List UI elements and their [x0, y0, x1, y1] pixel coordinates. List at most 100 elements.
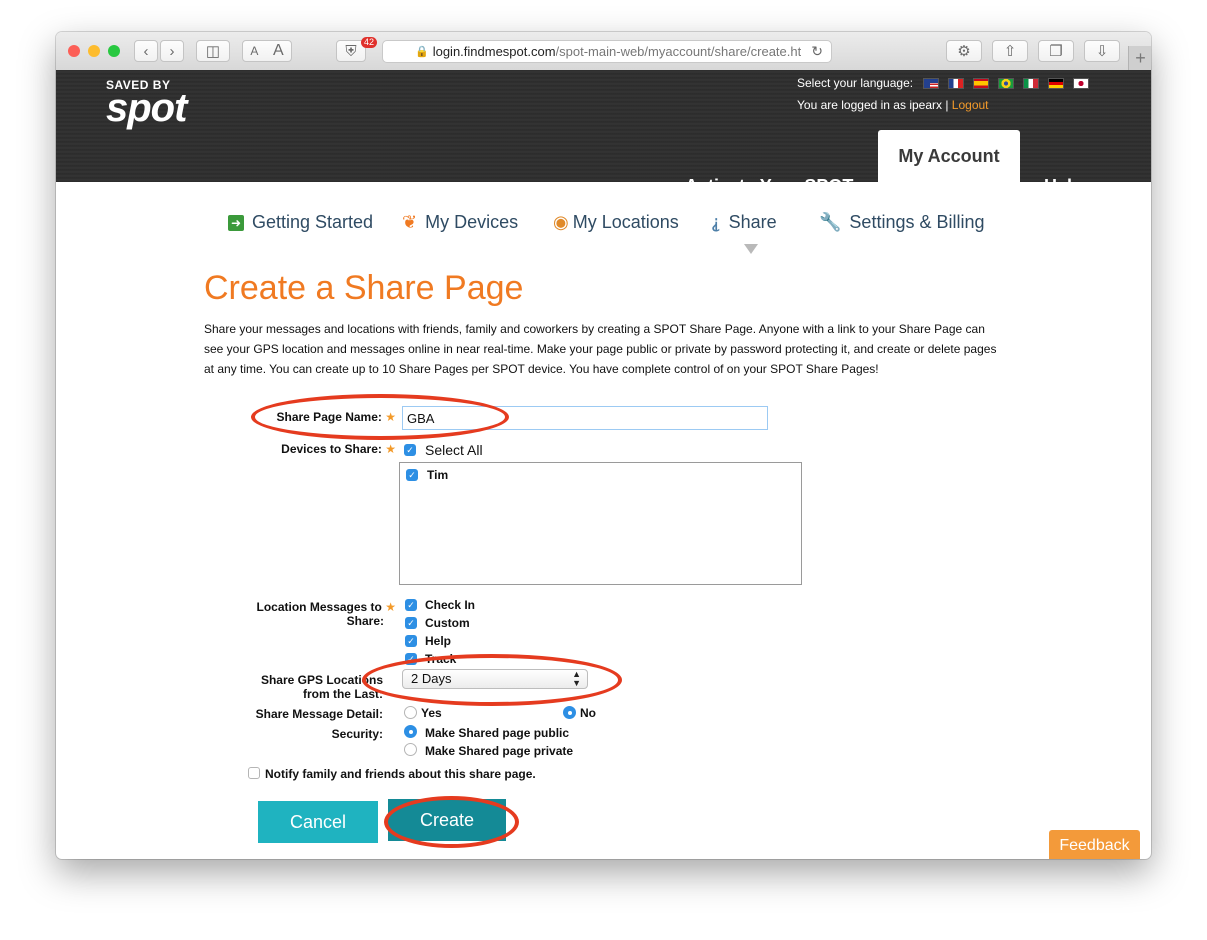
- notify-checkbox[interactable]: [248, 767, 260, 779]
- message-track-checkbox[interactable]: ✓: [405, 653, 417, 665]
- subnav-my-locations-label: My Locations: [572, 212, 679, 232]
- nav-activate-spot[interactable]: Activate Your SPOT: [685, 176, 853, 197]
- detail-yes-radio[interactable]: [404, 706, 417, 719]
- browser-toolbar: ‹ › ◫ A A ⛨ 42 🔒 login.findmespot.com/sp…: [56, 32, 1151, 71]
- subnav-settings-billing[interactable]: 🔧 Settings & Billing: [819, 212, 985, 233]
- active-tab-indicator: [744, 244, 758, 254]
- flag-br-icon[interactable]: [998, 77, 1015, 89]
- logout-link[interactable]: Logout: [952, 98, 989, 112]
- location-messages-label: Location Messages to ★ Share:: [226, 600, 396, 628]
- gps-label: Share GPS Locations from the Last:: [226, 673, 383, 701]
- security-public-radio[interactable]: [404, 725, 417, 738]
- login-status: You are logged in as ipearx | Logout: [797, 98, 989, 112]
- subnav-share-label: Share: [728, 212, 777, 232]
- device-checkbox[interactable]: ✓: [406, 469, 418, 481]
- message-checkin-checkbox[interactable]: ✓: [405, 599, 417, 611]
- message-help-label: Help: [425, 634, 452, 648]
- message-track-label: Track: [425, 652, 457, 666]
- cancel-button[interactable]: Cancel: [258, 801, 378, 843]
- browser-window: ‹ › ◫ A A ⛨ 42 🔒 login.findmespot.com/sp…: [56, 32, 1151, 859]
- chevron-left-icon: ‹: [143, 42, 149, 60]
- forward-button[interactable]: ›: [160, 40, 184, 62]
- close-window-button[interactable]: [68, 45, 80, 57]
- logged-in-text: You are logged in as ipearx |: [797, 98, 949, 112]
- location-messages-label-line1: Location Messages to: [256, 600, 382, 614]
- devices-label: Devices to Share: ★: [256, 442, 396, 456]
- required-star-icon: ★: [385, 410, 396, 424]
- detail-no-label: No: [580, 706, 596, 720]
- notify-label: Notify family and friends about this sha…: [265, 767, 536, 781]
- subnav-share[interactable]: ⸘ Share: [711, 212, 777, 233]
- language-selector: Select your language:: [797, 76, 1090, 90]
- detail-yes-label: Yes: [421, 706, 442, 720]
- new-tab-button[interactable]: +: [1128, 46, 1151, 70]
- select-arrows-icon: ▲ ▼: [572, 669, 581, 688]
- extension-icon: ⚙: [957, 43, 971, 60]
- download-icon: ⇩: [1095, 43, 1109, 60]
- subnav-my-devices-label: My Devices: [425, 212, 519, 232]
- reload-icon[interactable]: ↻: [811, 43, 823, 60]
- nav-my-account[interactable]: My Account: [878, 130, 1020, 182]
- intro-text: Share your messages and locations with f…: [204, 322, 997, 376]
- flag-jp-icon[interactable]: [1073, 77, 1090, 89]
- zoom-window-button[interactable]: [108, 45, 120, 57]
- minimize-window-button[interactable]: [88, 45, 100, 57]
- back-button[interactable]: ‹: [134, 40, 158, 62]
- share-sheet-button[interactable]: ⇧: [992, 40, 1028, 62]
- arrow-right-box-icon: ➜: [228, 214, 244, 231]
- subnav-my-locations[interactable]: ◉ My Locations: [553, 212, 679, 233]
- subnav-settings-billing-label: Settings & Billing: [849, 212, 985, 232]
- url-host: login.findmespot.com: [432, 44, 556, 59]
- share-icon: ⸘: [711, 212, 721, 232]
- security-private-label: Make Shared page private: [425, 744, 574, 758]
- gps-label-line1: Share GPS Locations: [260, 673, 383, 687]
- detail-no-radio[interactable]: [563, 706, 576, 719]
- subnav-getting-started[interactable]: ➜ Getting Started: [228, 212, 373, 233]
- message-checkin-label: Check In: [425, 598, 476, 612]
- select-all-checkbox[interactable]: ✓: [404, 444, 416, 456]
- gps-duration-select[interactable]: 2 Days ▲ ▼: [402, 669, 588, 689]
- subnav-my-devices[interactable]: ❦ My Devices: [402, 212, 518, 233]
- gps-label-line2: from the Last:: [302, 687, 383, 701]
- required-star-icon: ★: [385, 442, 396, 456]
- share-sheet-icon: ⇧: [1003, 43, 1017, 60]
- address-bar[interactable]: 🔒 login.findmespot.com/spot-main-web/mya…: [382, 40, 832, 63]
- shield-icon: ⛨: [345, 42, 357, 60]
- url-path: /spot-main-web/myaccount/share/create.ht: [555, 44, 801, 59]
- flag-de-icon[interactable]: [1048, 77, 1065, 89]
- sidebar-button[interactable]: ◫: [196, 40, 230, 62]
- flag-it-icon[interactable]: [1023, 77, 1040, 89]
- create-button[interactable]: Create: [388, 799, 506, 841]
- tabs-overview-button[interactable]: ❐: [1038, 40, 1074, 62]
- flag-es-icon[interactable]: [973, 77, 990, 89]
- chevron-right-icon: ›: [169, 42, 175, 60]
- flag-fr-icon[interactable]: [948, 77, 965, 89]
- message-help-checkbox[interactable]: ✓: [405, 635, 417, 647]
- share-page-name-input[interactable]: [402, 406, 768, 430]
- extension-badge: 42: [361, 37, 378, 48]
- page-title: Create a Share Page: [204, 269, 524, 307]
- nav-my-account-label: My Account: [898, 145, 1000, 166]
- language-label: Select your language:: [797, 76, 914, 90]
- spot-logo[interactable]: SAVED BY spot: [106, 78, 187, 131]
- required-star-icon: ★: [385, 600, 396, 614]
- text-larger-button[interactable]: A: [273, 42, 284, 60]
- text-smaller-button[interactable]: A: [250, 44, 258, 58]
- reader-text-size-buttons[interactable]: A A: [242, 40, 292, 62]
- select-all-label: Select All: [425, 442, 483, 458]
- location-pin-icon: ◉: [553, 212, 569, 232]
- extension-button[interactable]: ⚙: [946, 40, 982, 62]
- security-public-label: Make Shared page public: [425, 726, 570, 740]
- security-private-radio[interactable]: [404, 743, 417, 756]
- flag-us-icon[interactable]: [923, 77, 940, 89]
- devices-label-text: Devices to Share:: [281, 442, 382, 456]
- message-detail-label: Share Message Detail:: [255, 707, 383, 721]
- devices-list[interactable]: ✓ Tim: [399, 462, 802, 585]
- wrench-icon: 🔧: [819, 212, 842, 232]
- nav-help[interactable]: Help: [1044, 176, 1083, 197]
- downloads-button[interactable]: ⇩: [1084, 40, 1120, 62]
- site-header: SAVED BY spot Select your language: You …: [56, 70, 1151, 196]
- message-custom-checkbox[interactable]: ✓: [405, 617, 417, 629]
- tabs-icon: ❐: [1049, 43, 1063, 60]
- feedback-tab[interactable]: Feedback: [1049, 830, 1140, 859]
